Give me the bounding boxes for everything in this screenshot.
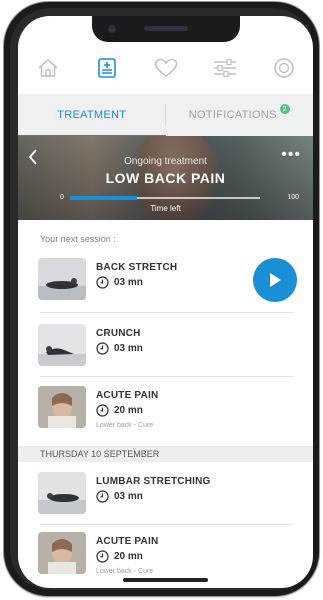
session-thumbnail (38, 258, 86, 300)
tab-notifications-label: NOTIFICATIONS (188, 109, 277, 121)
progress-max-label: 100 (287, 194, 299, 201)
next-session-label: Your next session : (40, 234, 116, 244)
clock-icon (96, 490, 109, 503)
clock-icon (96, 550, 109, 563)
home-indicator (123, 578, 208, 582)
progress-min-label: 0 (60, 194, 64, 201)
divider (40, 376, 293, 377)
session-name: ACUTE PAIN (96, 536, 159, 547)
session-duration: 03 mn (96, 342, 143, 355)
notification-badge: 2 (279, 104, 290, 114)
tab-bar: TREATMENT NOTIFICATIONS 2 (18, 94, 313, 137)
phone-frame: TREATMENT NOTIFICATIONS 2 ••• Ongoing tr… (4, 2, 319, 596)
play-icon (270, 273, 281, 287)
session-name: CRUNCH (96, 328, 141, 339)
progress-track (70, 196, 260, 200)
session-duration: 20 mn (96, 550, 143, 563)
session-duration-value: 03 mn (114, 277, 143, 288)
banner-subtitle: Ongoing treatment (124, 156, 207, 167)
home-icon[interactable] (28, 50, 68, 86)
session-duration-value: 03 mn (114, 491, 143, 502)
session-duration: 20 mn (96, 404, 143, 417)
tab-treatment[interactable]: TREATMENT (18, 94, 166, 137)
heart-icon[interactable] (146, 50, 186, 86)
tab-notifications[interactable]: NOTIFICATIONS 2 (166, 94, 314, 136)
session-item[interactable]: CRUNCH 03 mn (18, 316, 313, 376)
clock-icon (96, 404, 109, 417)
session-item[interactable]: BACK STRETCH 03 mn (18, 250, 313, 310)
divider (40, 312, 293, 313)
phone-notch (92, 16, 240, 42)
session-duration-value: 20 mn (114, 405, 143, 416)
session-item[interactable]: ACUTE PAIN 20 mn Lower back - Cure (18, 524, 313, 584)
date-header: THURSDAY 10 SEPTEMBER (18, 446, 313, 462)
session-thumbnail (38, 324, 86, 366)
clock-icon (96, 342, 109, 355)
session-name: LUMBAR STRETCHING (96, 476, 211, 487)
session-duration: 03 mn (96, 490, 143, 503)
session-note: Lower back - Cure (96, 568, 154, 575)
treatment-icon[interactable] (87, 50, 127, 86)
session-thumbnail (38, 532, 86, 574)
progress-label: Time left (150, 204, 181, 213)
play-button[interactable] (253, 258, 297, 302)
session-thumbnail (38, 386, 86, 428)
clock-icon (96, 276, 109, 289)
settings-icon[interactable] (264, 50, 304, 86)
progress-fill (70, 196, 137, 200)
treatment-banner: ••• Ongoing treatment LOW BACK PAIN 0 10… (18, 136, 313, 220)
app-screen: TREATMENT NOTIFICATIONS 2 ••• Ongoing tr… (18, 16, 313, 588)
sliders-icon[interactable] (205, 50, 245, 86)
session-duration: 03 mn (96, 276, 143, 289)
session-duration-value: 03 mn (114, 343, 143, 354)
tab-treatment-label: TREATMENT (57, 109, 127, 121)
session-note: Lower back - Cure (96, 422, 154, 429)
session-item[interactable]: LUMBAR STRETCHING 03 mn (18, 464, 313, 524)
banner-title: LOW BACK PAIN (105, 170, 226, 186)
session-name: ACUTE PAIN (96, 390, 159, 401)
top-navigation (18, 50, 313, 86)
session-duration-value: 20 mn (114, 551, 143, 562)
session-name: BACK STRETCH (96, 262, 178, 273)
session-item[interactable]: ACUTE PAIN 20 mn Lower back - Cure (18, 378, 313, 438)
session-thumbnail (38, 472, 86, 514)
